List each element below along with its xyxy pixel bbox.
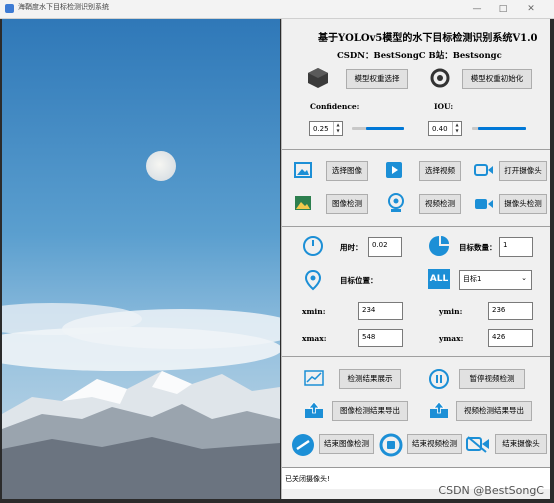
- divider: [282, 356, 550, 357]
- confidence-label: Confidence:: [310, 102, 360, 111]
- xmax-field: 548: [358, 329, 403, 347]
- select-image-button[interactable]: 选择图像: [326, 161, 368, 181]
- export-video-results-button[interactable]: 视频检测结果导出: [456, 401, 532, 421]
- xmin-field: 234: [358, 302, 403, 320]
- show-results-button[interactable]: 检测结果展示: [339, 369, 401, 389]
- export-image-results-button[interactable]: 图像检测结果导出: [332, 401, 408, 421]
- spin-arrows-icon[interactable]: ▲ ▼: [333, 122, 342, 135]
- app-icon: [5, 4, 14, 13]
- gear-icon: [430, 68, 450, 88]
- end-camera-button[interactable]: 结束摄像头: [495, 434, 547, 454]
- iou-value: 0.40: [432, 125, 448, 133]
- image-detect-button[interactable]: 图像检测: [326, 194, 368, 214]
- xmin-label: xmin:: [302, 307, 326, 316]
- confidence-spinbox[interactable]: 0.25 ▲ ▼: [309, 121, 343, 136]
- end-image-icon: [292, 434, 314, 456]
- maximize-button[interactable]: □: [492, 0, 514, 18]
- model-init-button[interactable]: 模型权重初始化: [462, 69, 532, 89]
- control-panel: 基于YOLOv5模型的水下目标检测识别系统V1.0 CSDN：BestSongC…: [281, 19, 550, 499]
- ymax-label: ymax:: [439, 334, 464, 343]
- video-file-icon: [386, 162, 402, 178]
- pause-video-button[interactable]: 暂停视频检测: [459, 369, 525, 389]
- export-icon: [305, 401, 323, 418]
- window-title: 海鞘度水下目标检测识别系统: [18, 3, 109, 11]
- camera-detect-button[interactable]: 摄像头检测: [499, 194, 547, 214]
- clock-icon: [303, 236, 323, 256]
- location-icon: [304, 269, 322, 291]
- pause-icon: [429, 369, 449, 389]
- ymin-label: ymin:: [439, 307, 463, 316]
- target-select-value: 目标1: [463, 275, 482, 283]
- time-field: 0.02: [368, 237, 402, 257]
- spin-arrows-icon[interactable]: ▲ ▼: [452, 122, 461, 135]
- time-label: 用时：: [340, 243, 363, 252]
- video-camera-icon: [475, 199, 493, 209]
- end-image-detect-button[interactable]: 结束图像检测: [319, 434, 374, 454]
- confidence-value: 0.25: [313, 125, 329, 133]
- app-title: 基于YOLOv5模型的水下目标检测识别系统V1.0: [318, 33, 538, 44]
- author-info: CSDN：BestSongC B站：Bestsongc: [337, 51, 502, 61]
- camera-icon: [474, 164, 493, 176]
- target-count-field: 1: [499, 237, 533, 257]
- target-count-label: 目标数量：: [459, 243, 497, 252]
- iou-spinbox[interactable]: 0.40 ▲ ▼: [428, 121, 462, 136]
- select-video-button[interactable]: 选择视频: [419, 161, 461, 181]
- pie-chart-icon: [429, 236, 449, 256]
- ymin-field: 236: [488, 302, 533, 320]
- minimize-button[interactable]: —: [466, 0, 488, 18]
- chevron-down-icon: ⌄: [521, 274, 527, 282]
- line-chart-icon: [304, 370, 324, 386]
- moon: [146, 151, 176, 181]
- image-display: [2, 19, 280, 499]
- target-position-label: 目标位置：: [340, 276, 378, 285]
- cube-icon: [308, 68, 328, 88]
- model-select-button[interactable]: 模型权重选择: [346, 69, 408, 89]
- close-button[interactable]: ✕: [520, 0, 542, 18]
- watermark: CSDN @BestSongC: [438, 484, 544, 497]
- camera-off-icon: [466, 436, 489, 453]
- ymax-field: 426: [488, 329, 533, 347]
- all-icon: ALL: [428, 269, 450, 289]
- photo-detect-icon: [295, 196, 311, 210]
- confidence-slider-fill: [366, 127, 404, 130]
- target-select[interactable]: 目标1 ⌄: [459, 270, 532, 290]
- end-video-detect-button[interactable]: 结束视频检测: [407, 434, 462, 454]
- divider: [282, 226, 550, 227]
- webcam-icon: [388, 193, 404, 212]
- export-icon: [430, 401, 448, 418]
- xmax-label: xmax:: [302, 334, 327, 343]
- title-bar: 海鞘度水下目标检测识别系统 — □ ✕: [0, 0, 554, 19]
- image-icon: [294, 162, 312, 178]
- iou-slider-fill: [478, 127, 526, 130]
- divider: [282, 149, 550, 150]
- video-detect-button[interactable]: 视频检测: [419, 194, 461, 214]
- iou-label: IOU:: [434, 102, 454, 111]
- stop-icon: [379, 433, 403, 457]
- open-camera-button[interactable]: 打开摄像头: [499, 161, 547, 181]
